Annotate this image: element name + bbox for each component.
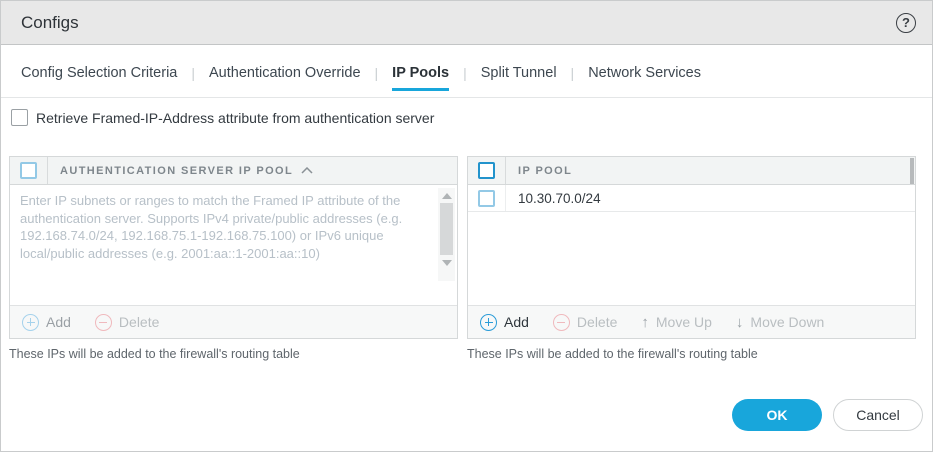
ip-pool-row-value: 10.30.70.0/24 [506, 191, 601, 206]
select-all-cell [10, 157, 48, 184]
ip-pool-panel: IP POOL 10.30.70.0/24 Add Delete ↑ Move … [467, 156, 916, 339]
auth-pool-placeholder-text: Enter IP subnets or ranges to match the … [20, 192, 429, 262]
auth-pool-select-all-checkbox[interactable] [20, 162, 37, 179]
add-icon [22, 314, 39, 331]
ok-button[interactable]: OK [732, 399, 822, 431]
select-all-cell [468, 157, 506, 184]
delete-icon [95, 314, 112, 331]
auth-pool-footer: Add Delete [10, 305, 457, 338]
scrollbar-up-button[interactable] [438, 188, 455, 203]
auth-pool-scrollbar[interactable] [438, 188, 455, 281]
configs-dialog: Configs ? Config Selection Criteria | Au… [0, 0, 933, 452]
ip-pool-move-up-button: ↑ Move Up [641, 314, 712, 331]
retrieve-framed-ip-row: Retrieve Framed-IP-Address attribute fro… [11, 109, 434, 126]
move-up-icon: ↑ [641, 314, 649, 331]
auth-pool-column-header: AUTHENTICATION SERVER IP POOL [48, 165, 293, 177]
tab-strip: Config Selection Criteria | Authenticati… [1, 63, 932, 98]
ip-pool-header: IP POOL [468, 157, 915, 185]
auth-pool-input-area: Enter IP subnets or ranges to match the … [10, 185, 457, 306]
scrollbar-down-button[interactable] [438, 255, 455, 270]
auth-pool-add-button: Add [22, 314, 71, 331]
tab-separator: | [557, 63, 589, 81]
ip-pool-column-header: IP POOL [506, 165, 572, 177]
move-down-icon: ↓ [736, 314, 744, 331]
tab-separator: | [177, 63, 209, 81]
auth-pool-note: These IPs will be added to the firewall'… [9, 347, 300, 361]
delete-icon [553, 314, 570, 331]
add-icon [480, 314, 497, 331]
auth-server-ip-pool-panel: AUTHENTICATION SERVER IP POOL Enter IP s… [9, 156, 458, 339]
auth-pool-delete-button: Delete [95, 314, 159, 331]
ip-pool-footer: Add Delete ↑ Move Up ↓ Move Down [468, 305, 915, 338]
help-icon[interactable]: ? [896, 13, 916, 33]
tab-separator: | [449, 63, 481, 81]
ip-pool-delete-button: Delete [553, 314, 617, 331]
retrieve-framed-ip-label: Retrieve Framed-IP-Address attribute fro… [36, 110, 434, 126]
header-scrollbar-strip [910, 158, 914, 184]
tab-authentication-override[interactable]: Authentication Override [209, 63, 361, 88]
tab-separator: | [361, 63, 393, 81]
dialog-titlebar: Configs ? [1, 1, 932, 45]
tab-split-tunnel[interactable]: Split Tunnel [481, 63, 557, 88]
ip-pool-note: These IPs will be added to the firewall'… [467, 347, 758, 361]
cancel-button[interactable]: Cancel [833, 399, 923, 431]
row-checkbox-cell [468, 185, 506, 211]
tab-config-selection-criteria[interactable]: Config Selection Criteria [21, 63, 177, 88]
ip-pool-add-button[interactable]: Add [480, 314, 529, 331]
scrollbar-thumb[interactable] [440, 203, 453, 255]
ip-pool-row[interactable]: 10.30.70.0/24 [468, 185, 915, 212]
dialog-title: Configs [21, 13, 79, 33]
ip-pool-select-all-checkbox[interactable] [478, 162, 495, 179]
auth-server-ip-pool-header: AUTHENTICATION SERVER IP POOL [10, 157, 457, 185]
ip-pool-move-down-button: ↓ Move Down [736, 314, 824, 331]
ip-pool-row-checkbox[interactable] [478, 190, 495, 207]
retrieve-framed-ip-checkbox[interactable] [11, 109, 28, 126]
tab-ip-pools[interactable]: IP Pools [392, 63, 449, 91]
tab-network-services[interactable]: Network Services [588, 63, 701, 88]
chevron-up-icon[interactable] [301, 167, 313, 174]
